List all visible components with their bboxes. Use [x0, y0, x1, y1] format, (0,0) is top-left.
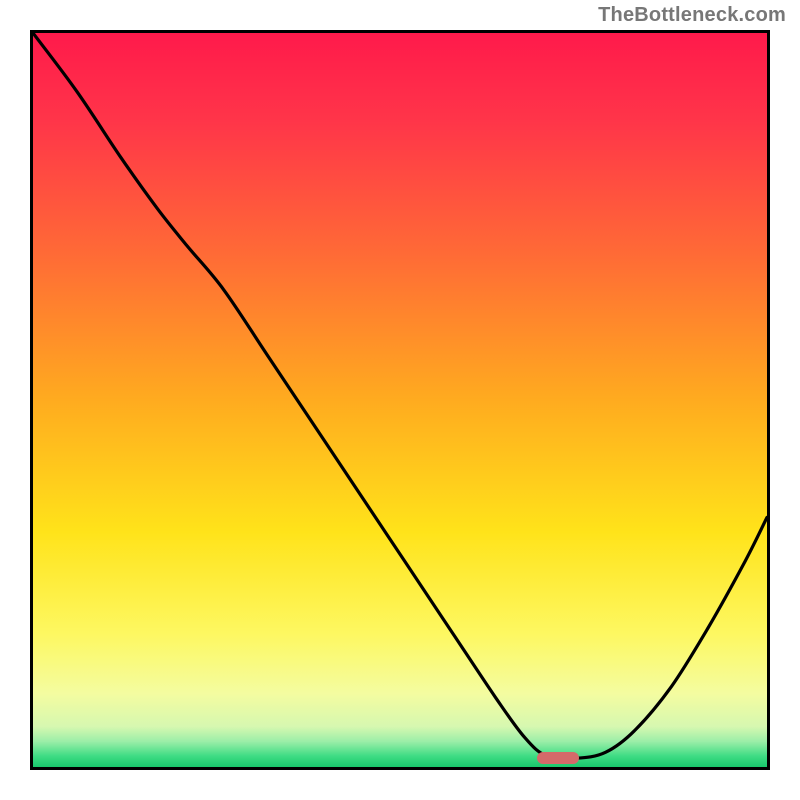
- chart-container: TheBottleneck.com: [0, 0, 800, 800]
- watermark-text: TheBottleneck.com: [598, 4, 786, 27]
- bottleneck-curve: [33, 33, 767, 767]
- optimal-marker: [537, 752, 579, 764]
- plot-frame: [30, 30, 770, 770]
